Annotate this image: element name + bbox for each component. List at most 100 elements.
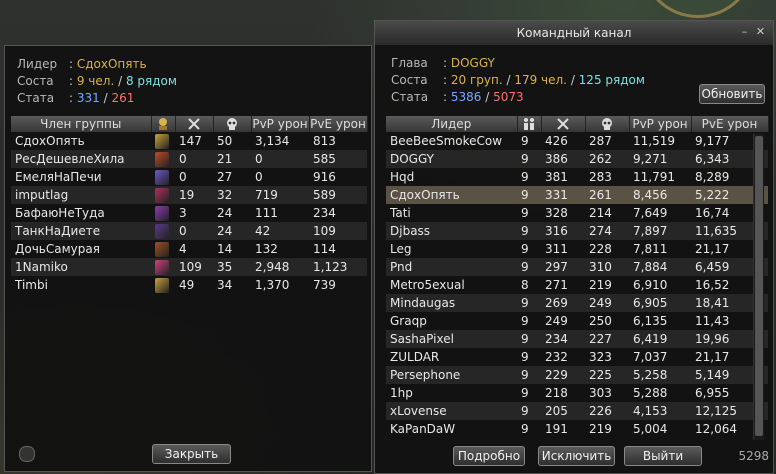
stat-pve: 114 xyxy=(313,242,336,256)
member-name: imputlag xyxy=(11,186,151,204)
info-row: Стата: 5386 / 5073 xyxy=(391,89,645,106)
group-members-table: Член группы PvP урон PvE урон СдохОпять 147… xyxy=(11,116,368,294)
leader-name: Persephone xyxy=(386,366,517,384)
class-icon xyxy=(155,277,169,293)
table-row[interactable]: Pnd 9 297 310 7,884 6,459 xyxy=(386,258,768,276)
info-separator: : xyxy=(69,91,77,105)
table-row[interactable]: Persephone 9 229 225 5,258 5,149 xyxy=(386,366,768,384)
table-scrollbar[interactable] xyxy=(753,134,764,440)
info-value: DOGGY xyxy=(450,56,495,70)
table-row[interactable]: ЕмеляНаПечи 0 27 0 916 xyxy=(11,168,367,186)
stat-k: 49 xyxy=(179,278,195,292)
table-row[interactable]: BeeBeeSmokeCow 9 426 287 11,519 9,177 xyxy=(386,132,768,150)
channel-groups-table: Лидер PvP урон PvE урон BeeBeeSmokeCow 9 426… xyxy=(386,116,769,438)
stat-k: 232 xyxy=(545,350,568,364)
info-separator: : xyxy=(443,73,451,87)
column-header[interactable]: Член группы xyxy=(11,116,152,132)
column-header[interactable] xyxy=(175,116,214,132)
table-row[interactable]: Leg 9 311 228 7,811 21,17 xyxy=(386,240,768,258)
stat-pvp: 7,811 xyxy=(633,242,668,256)
table-row[interactable]: Djbass 9 316 274 7,897 11,635 xyxy=(386,222,768,240)
table-row[interactable]: Mindaugas 9 269 249 6,905 18,41 xyxy=(386,294,768,312)
stat-pve: 916 xyxy=(313,170,336,184)
table-row[interactable]: 1Namiko 109 35 2,948 1,123 xyxy=(11,258,367,276)
stat-k: 218 xyxy=(545,386,568,400)
table-row[interactable]: ДочьСамурая 4 14 132 114 xyxy=(11,240,367,258)
column-header[interactable]: PvP урон xyxy=(629,116,692,132)
leader-name: Hqd xyxy=(390,170,415,184)
column-header[interactable] xyxy=(541,116,586,132)
stat-pvp: 11,791 xyxy=(633,170,675,184)
stat-d: 34 xyxy=(217,278,233,292)
stat-pve: 813 xyxy=(313,134,336,148)
stat-pve: 234 xyxy=(313,206,336,220)
minimize-icon[interactable]: – xyxy=(738,26,751,39)
table-row[interactable]: РесДешевлеХила 0 21 0 585 xyxy=(11,150,367,168)
stat-d: 303 xyxy=(589,386,612,400)
table-row[interactable]: Timbi 49 34 1,370 739 xyxy=(11,276,367,294)
info-label: Соста xyxy=(391,73,428,87)
table-row[interactable]: Metro5exual 8 271 219 6,910 16,52 xyxy=(386,276,768,294)
table-row[interactable]: Hqd 9 381 283 11,791 8,289 xyxy=(386,168,768,186)
table-row[interactable]: Graqp 9 249 250 6,135 11,43 xyxy=(386,312,768,330)
close-icon[interactable]: ✕ xyxy=(754,26,767,39)
column-header-label: PvE урон xyxy=(310,117,366,131)
member-name: СдохОпять xyxy=(15,134,85,148)
group-info: Лидер: СдохОпять Соста: 9 чел. / 8 рядом С… xyxy=(17,56,177,107)
column-header[interactable]: PvE урон xyxy=(309,116,368,132)
stat-d: 274 xyxy=(585,222,629,240)
column-header[interactable] xyxy=(151,116,176,132)
info-row: Стата: 331 / 261 xyxy=(17,90,177,107)
exclude-button[interactable]: Исключить xyxy=(538,446,615,466)
stat-pvp: 719 xyxy=(251,186,309,204)
table-row[interactable]: ZULDAR 9 232 323 7,037 21,17 xyxy=(386,348,768,366)
stat-d: 219 xyxy=(589,278,612,292)
window-titlebar[interactable]: Командный канал – ✕ xyxy=(375,21,773,46)
stat-pvp: 7,884 xyxy=(629,258,691,276)
class-icon xyxy=(155,241,169,257)
scrollbar-thumb[interactable] xyxy=(755,136,763,436)
stat-d: 226 xyxy=(585,402,629,420)
table-row[interactable]: СдохОпять 147 50 3,134 813 xyxy=(11,132,367,150)
table-row[interactable]: xLovense 9 205 226 4,153 12,125 xyxy=(386,402,768,420)
stat-pvp: 7,649 xyxy=(633,206,668,220)
stat-n: 9 xyxy=(521,314,529,328)
column-header[interactable]: PvP урон xyxy=(251,116,310,132)
details-button[interactable]: Подробно xyxy=(453,446,525,466)
column-header[interactable] xyxy=(213,116,252,132)
table-row[interactable]: DOGGY 9 386 262 9,271 6,343 xyxy=(386,150,768,168)
leader-name: Tati xyxy=(390,206,411,220)
info-separator: : xyxy=(69,74,77,88)
stat-pve: 109 xyxy=(309,222,367,240)
column-header[interactable] xyxy=(585,116,630,132)
column-header[interactable] xyxy=(517,116,542,132)
column-header[interactable]: PvE урон xyxy=(691,116,769,132)
table-row[interactable]: БафаюНеТуда 3 24 111 234 xyxy=(11,204,367,222)
stat-d: 227 xyxy=(585,330,629,348)
close-button[interactable]: Закрыть xyxy=(152,444,231,464)
table-row[interactable]: СдохОпять 9 331 261 8,456 5,222 xyxy=(386,186,768,204)
leader-name: xLovense xyxy=(386,402,517,420)
column-header-label: PvP урон xyxy=(252,117,308,131)
column-header[interactable]: Лидер xyxy=(386,116,518,132)
table-row[interactable]: ТанкНаДиете 0 24 42 109 xyxy=(11,222,367,240)
table-row[interactable]: 1hp 9 218 303 5,288 6,955 xyxy=(386,384,768,402)
exit-button[interactable]: Выйти xyxy=(624,446,702,466)
lock-icon[interactable] xyxy=(19,446,35,462)
table-row[interactable]: imputlag 19 32 719 589 xyxy=(11,186,367,204)
table-row[interactable]: Tati 9 328 214 7,649 16,74 xyxy=(386,204,768,222)
info-value: 9 чел. xyxy=(76,74,115,88)
info-value: 179 чел. xyxy=(514,73,567,87)
crossed-swords-icon xyxy=(555,117,571,131)
table-row[interactable]: KaPanDaW 9 191 219 5,004 12,064 xyxy=(386,420,768,438)
class-cell xyxy=(151,186,175,204)
stat-k: 0 xyxy=(175,150,213,168)
stat-pvp: 1,370 xyxy=(255,278,290,292)
stat-k: 316 xyxy=(541,222,585,240)
leader-name: Graqp xyxy=(390,314,427,328)
refresh-button[interactable]: Обновить xyxy=(699,84,765,104)
stat-k: 297 xyxy=(541,258,585,276)
stat-n: 9 xyxy=(517,330,541,348)
stat-pve: 589 xyxy=(309,186,367,204)
table-row[interactable]: SashaPixel 9 234 227 6,419 19,96 xyxy=(386,330,768,348)
